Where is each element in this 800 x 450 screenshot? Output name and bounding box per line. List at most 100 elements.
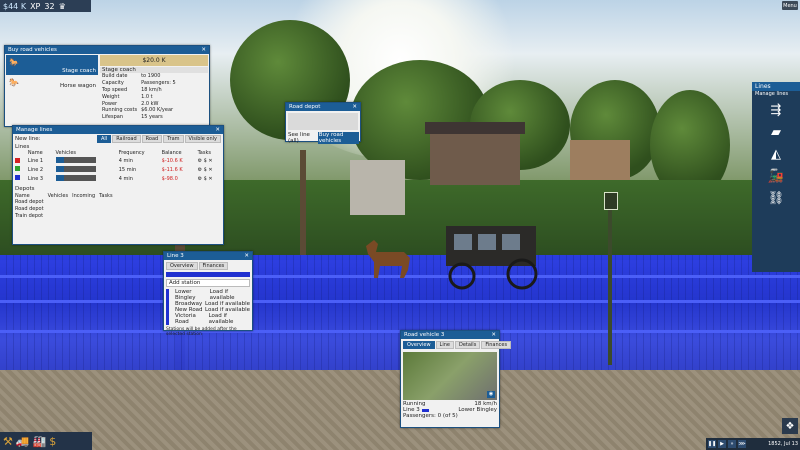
menu-button[interactable]: Menu [782, 1, 798, 10]
tab-finances[interactable]: Finances [198, 262, 229, 270]
bottom-toolbar: ⚒ 🚚 🏭 $ [0, 432, 92, 450]
tab-finances[interactable]: Finances [481, 341, 512, 349]
spec-value: $6.00 K/year [141, 107, 174, 114]
tab-details[interactable]: Details [454, 341, 481, 349]
add-station-button[interactable]: Add station [166, 279, 250, 287]
railroad-icon[interactable]: ⇶ [765, 103, 787, 119]
money-icon[interactable]: $ [204, 158, 207, 164]
window-titlebar[interactable]: Manage lines ✕ [13, 126, 223, 134]
spec-row: Build date to 1900 [100, 73, 178, 80]
column-header[interactable]: Name [26, 150, 54, 157]
line-row[interactable]: Line 3 4 min $-98.0 ⚙ $ ✕ [13, 174, 223, 183]
line-row[interactable]: Line 2 15 min $-11.6 K ⚙ $ ✕ [13, 165, 223, 175]
station-row[interactable]: Lower Bingley Load if available [166, 289, 250, 301]
line-balance: $-98.0 [161, 175, 178, 182]
construction-icon[interactable]: ⚒ [3, 435, 13, 448]
money-icon[interactable]: $ [204, 167, 207, 173]
industry-icon[interactable]: 🏭 [33, 435, 47, 448]
line-row[interactable]: Line 1 4 min $-10.6 K ⚙ $ ✕ [13, 157, 223, 166]
spec-label: Power [102, 100, 118, 107]
station-load-action[interactable]: Load if available [209, 313, 250, 325]
filter-tab-all[interactable]: All [96, 135, 112, 143]
vehicle-camera-preview[interactable]: ◉ [403, 352, 497, 400]
vehicle-item-horse-wagon[interactable]: 🐎 Horse wagon [6, 76, 98, 90]
road-depot-window: Road depot ✕ See line (all) Buy road veh… [285, 102, 361, 144]
filter-tab-road[interactable]: Road [141, 135, 163, 143]
depot-row[interactable]: Road depot [13, 206, 115, 213]
road-vehicle-window: Road vehicle 3 ✕ Overview Line Details Fina… [400, 330, 512, 428]
fast-forward-icon[interactable]: » [728, 440, 736, 448]
depot-row[interactable]: Train depot [13, 212, 115, 219]
fastest-forward-icon[interactable]: ⋙ [738, 440, 746, 448]
see-line-button[interactable]: See line (all) [287, 132, 317, 144]
pause-icon[interactable]: ❚❚ [708, 440, 716, 448]
window-titlebar[interactable]: Buy road vehicles ✕ [5, 46, 209, 54]
play-icon[interactable]: ▶ [718, 440, 726, 448]
line-color-swatch [13, 166, 26, 175]
depot-column-header[interactable]: Incoming [70, 192, 97, 199]
depot-column-header[interactable]: Tasks [97, 192, 114, 199]
station-load-action[interactable]: Load if available [210, 289, 250, 301]
tab-overview[interactable]: Overview [403, 341, 435, 349]
sidebar-subtitle[interactable]: Manage lines [752, 91, 800, 97]
window-titlebar[interactable]: Road depot ✕ [286, 103, 360, 111]
money-icon[interactable]: $ [204, 176, 207, 182]
vehicle-icon[interactable]: ⚙ [198, 176, 202, 182]
layers-icon[interactable]: ❖ [782, 418, 798, 434]
filter-tab-railroad[interactable]: Railroad [112, 135, 141, 143]
stage-coach[interactable] [438, 218, 548, 290]
new-line-label[interactable]: New line: [15, 136, 41, 142]
depot-column-header[interactable]: Name [13, 192, 46, 199]
line-color-swatch [13, 157, 26, 166]
filter-tab-visible-only[interactable]: Visible only [184, 135, 221, 143]
road-icon[interactable]: ▰ [765, 125, 787, 141]
follow-camera-icon[interactable]: ◉ [487, 391, 495, 398]
terrain-icon[interactable]: ◭ [765, 147, 787, 163]
tab-line[interactable]: Line [435, 341, 454, 349]
depot-column-header[interactable]: Vehicles [46, 192, 71, 199]
link-icon[interactable]: ⛓ [765, 191, 787, 207]
trophy-icon[interactable]: ♛ [59, 2, 66, 11]
sidebar-title[interactable]: Lines [752, 82, 800, 91]
window-titlebar[interactable]: Road vehicle 3 ✕ [401, 331, 499, 339]
vehicle-list: 🐎 Stage coach 🐎 Horse wagon [5, 54, 99, 91]
vehicle-icon[interactable]: 🚚 [16, 435, 30, 448]
station-name: Lower Bingley [175, 289, 196, 301]
line-vehicles [54, 165, 117, 175]
buy-road-vehicles-button[interactable]: Buy road vehicles [317, 132, 359, 144]
delete-icon[interactable]: ✕ [208, 176, 212, 182]
column-header[interactable]: Balance [160, 150, 196, 157]
vehicle-name: Stage coach [62, 68, 96, 74]
close-icon[interactable]: ✕ [352, 104, 357, 110]
tab-overview[interactable]: Overview [166, 262, 198, 270]
vehicle-item-stage-coach[interactable]: 🐎 Stage coach [6, 55, 98, 75]
spec-row: Power 2.0 kW [100, 100, 178, 107]
buy-price-button[interactable]: $20.0 K [100, 55, 208, 66]
vehicle-passengers: Passengers: 0 (of 5) [403, 413, 458, 419]
delete-icon[interactable]: ✕ [208, 167, 212, 173]
horse[interactable] [360, 238, 418, 278]
close-icon[interactable]: ✕ [201, 47, 206, 53]
vehicle-thumbnail-icon [55, 157, 96, 164]
vehicle-icon[interactable]: ⚙ [198, 167, 202, 173]
station-building [430, 130, 520, 185]
filter-tab-tram[interactable]: Tram [163, 135, 184, 143]
depots-table: Name Vehicles Incoming Tasks Road depot Road… [13, 192, 115, 219]
column-header[interactable]: Vehicles [54, 150, 117, 157]
column-header[interactable]: Tasks [196, 150, 223, 157]
station-row[interactable]: Victoria Road Load if available [166, 313, 250, 325]
money-icon[interactable]: $ [49, 435, 56, 448]
line-color-swatch [421, 408, 429, 412]
column-header[interactable]: Frequency [117, 150, 160, 157]
window-titlebar[interactable]: Line 3 ✕ [164, 252, 252, 260]
close-icon[interactable]: ✕ [491, 332, 496, 338]
close-icon[interactable]: ✕ [244, 253, 249, 259]
vehicle-destination: Lower Bingley [458, 407, 497, 413]
station-list: Lower Bingley Load if available Broadway Lo… [166, 289, 250, 325]
delete-icon[interactable]: ✕ [208, 158, 212, 164]
spec-row: Weight 1.0 t [100, 93, 178, 100]
depot-row[interactable]: Road depot [13, 199, 115, 206]
close-icon[interactable]: ✕ [215, 127, 220, 133]
train-icon[interactable]: 🚂 [765, 169, 787, 185]
vehicle-icon[interactable]: ⚙ [198, 158, 202, 164]
